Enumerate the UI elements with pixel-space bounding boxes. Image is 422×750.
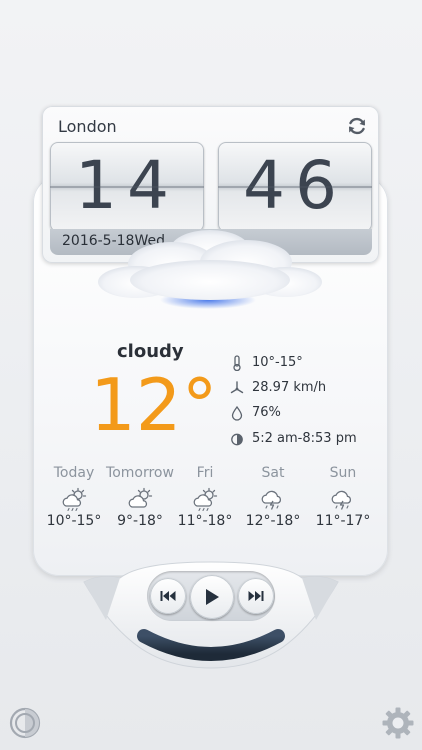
cloud-icon [98,230,322,309]
forecast-day[interactable]: Today 10°-15° [37,465,111,529]
next-button[interactable] [238,578,274,614]
sunrise-sunset-icon [231,433,243,446]
forecast-day[interactable]: Sat 12°-18° [236,465,310,529]
skip-back-icon [160,591,176,601]
condition-label: cloudy [117,341,184,362]
partly-cloudy-icon [62,487,87,511]
minutes-flip: 46 [218,142,372,232]
forecast-day[interactable]: Tomorrow 9°-18° [103,465,177,529]
hours-flip: 14 [50,142,204,232]
forecast-day[interactable]: Fri 11°-18° [168,465,242,529]
settings-gear-icon[interactable] [381,706,415,740]
thunderstorm-icon [331,490,352,510]
theme-toggle-icon[interactable] [8,706,42,740]
thunderstorm-icon [261,490,282,510]
partly-cloudy-icon [128,487,153,508]
previous-button[interactable] [150,578,186,614]
play-button[interactable] [190,575,234,619]
wind-turbine-icon [230,381,244,394]
thermometer-icon [233,355,241,371]
city-name[interactable]: London [58,117,117,136]
refresh-icon[interactable] [346,115,368,137]
play-icon [206,589,219,605]
current-temperature: 12° [90,363,218,447]
skip-forward-icon [248,591,264,601]
water-drop-icon [231,405,243,421]
forecast-day[interactable]: Sun 11°-17° [306,465,380,529]
partly-cloudy-icon [193,487,218,511]
